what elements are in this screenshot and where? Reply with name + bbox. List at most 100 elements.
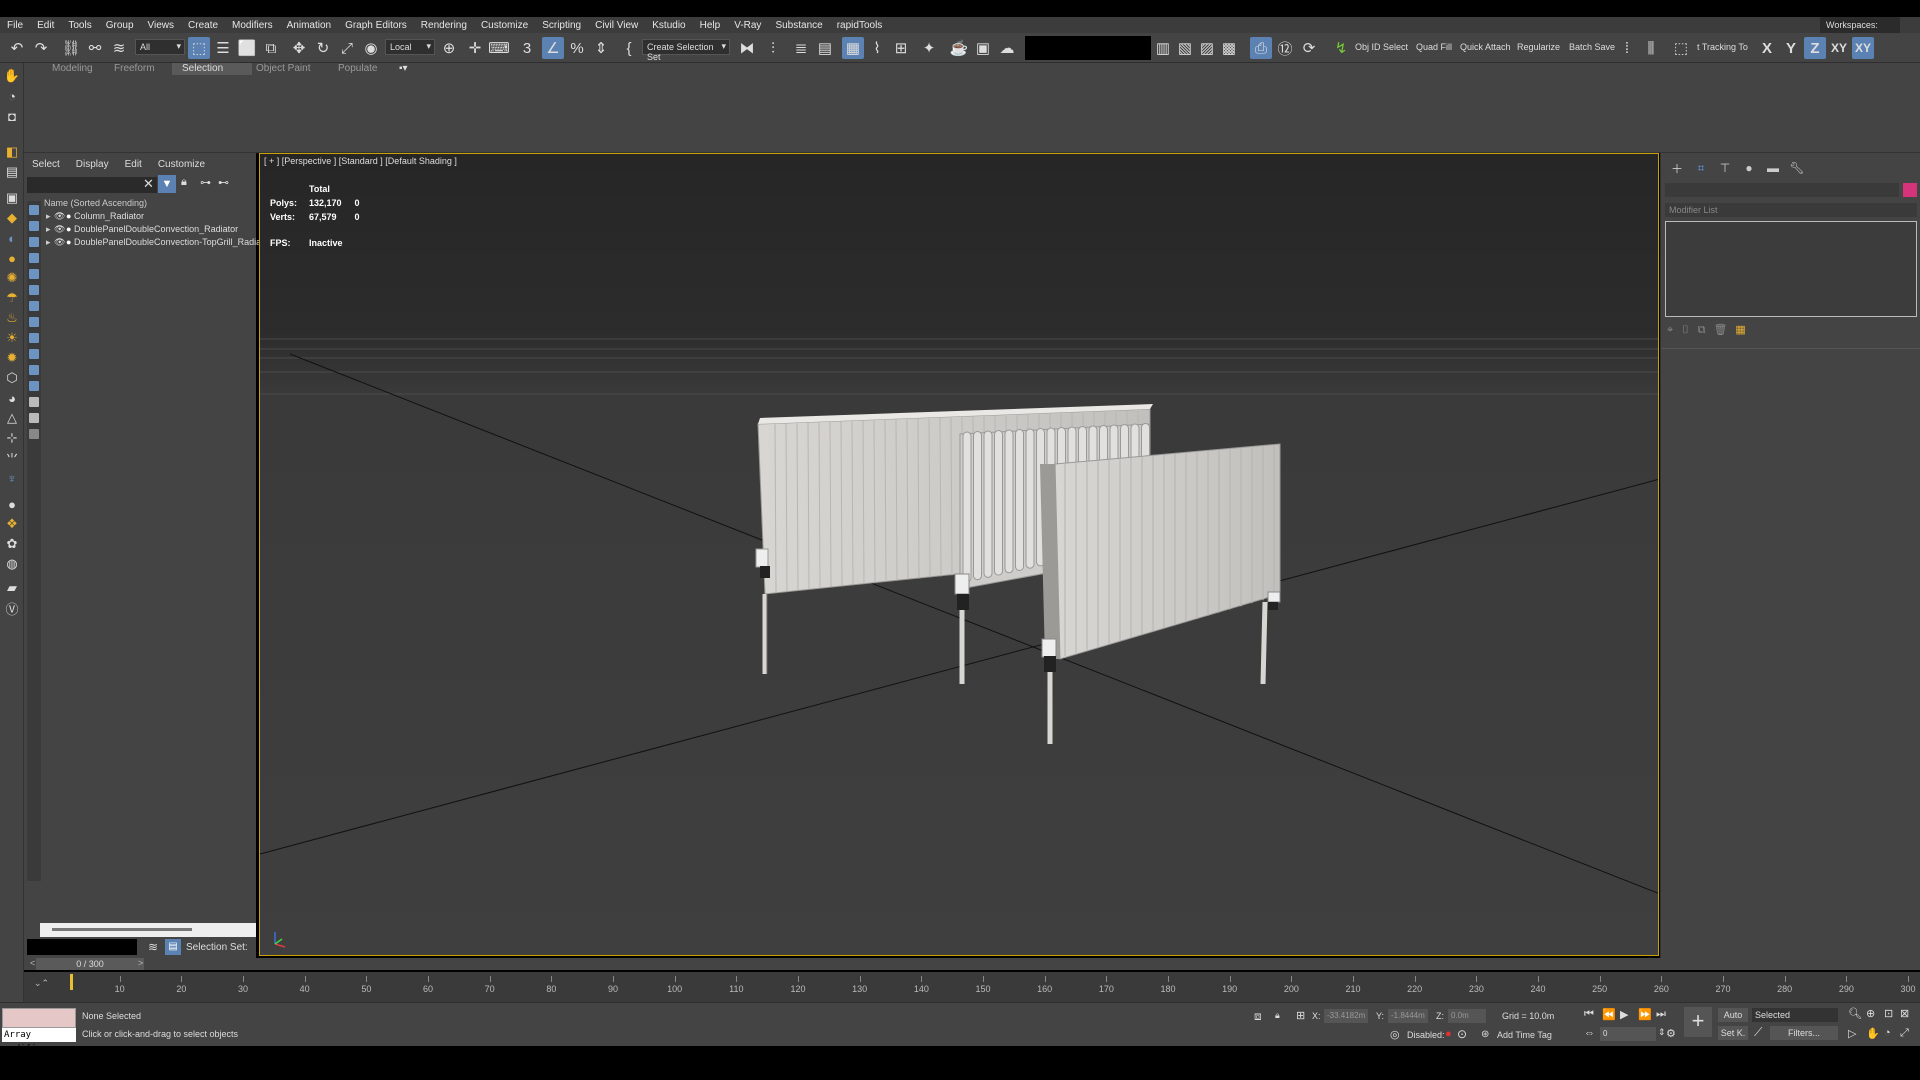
folder-icon[interactable]: ▰ [3,579,21,597]
pyramid-icon[interactable]: △ [3,409,21,427]
zoom-extents-all-icon[interactable]: ⊠ [1900,1007,1909,1020]
menu-file[interactable]: File [0,20,30,31]
prev-frame-icon[interactable]: < [30,958,35,968]
tool-icon-1[interactable]: ◆ [3,209,21,227]
remove-modifier-icon[interactable]: 🗑︎ [1713,324,1735,336]
selection-filter-dropdown[interactable]: All [135,39,185,55]
pin-stack-icon[interactable]: ⌖ [1667,324,1681,336]
layer-icon-1[interactable]: ▥ [1152,37,1174,59]
snaps-toggle-icon[interactable]: 3 [516,37,538,59]
filter-spacewarps-icon[interactable] [29,285,39,295]
filter-cameras-icon[interactable] [29,253,39,263]
box-icon[interactable]: ▣ [3,189,21,207]
add-time-tag-button[interactable]: Add Time Tag [1497,1030,1552,1040]
menu-civil-view[interactable]: Civil View [588,20,645,31]
edit-named-sets-icon[interactable]: { [618,37,640,59]
array-icon[interactable]: ⫼ [1640,37,1662,59]
key-mode-icon[interactable]: ⇔ [1584,1027,1595,1039]
align-icon[interactable]: ⫶ [762,37,784,59]
mirror-icon[interactable]: ⧓ [736,37,758,59]
hierarchy-icon[interactable]: ⊶ [200,176,211,189]
set-key-icon[interactable]: + [1684,1007,1712,1037]
maxscript-listener-output[interactable] [2,1008,76,1028]
layers-stack-icon[interactable]: ≋ [148,940,158,954]
filter-frozen-icon[interactable] [29,365,39,375]
explorer-scroll-thumb[interactable] [52,928,192,931]
eye-icon[interactable]: 👁︎ [54,210,66,222]
menu-customize[interactable]: Customize [474,20,535,31]
tree-row-double-panel[interactable]: ▸ 👁︎● DoublePanelDoubleConvection_Radiator [42,223,256,235]
obj-id-select-button[interactable]: Obj ID Select [1355,42,1408,52]
regularize-button[interactable]: Regularize [1517,42,1560,52]
obj-id-icon[interactable]: ↯ [1330,37,1352,59]
go-to-end-icon[interactable]: ⏭ [1656,1008,1666,1021]
hand-icon[interactable]: ✋ [3,67,21,85]
angle-snap-icon[interactable]: ∠ [542,37,564,59]
palette-icon[interactable]: ❖ [3,515,21,533]
sphere-icon[interactable]: ◕ [3,389,21,407]
rendered-frame-icon[interactable]: ▣ [972,37,994,59]
quad-fill-button[interactable]: Quad Fill [1416,42,1452,52]
adaptive-degradation-icon[interactable]: ◎ [1390,1028,1400,1041]
z-coord-field[interactable]: 0.0m [1448,1009,1486,1023]
select-object-icon[interactable]: ⬚ [188,37,210,59]
camera-icon[interactable]: ◘ [3,107,21,125]
record-dot-icon[interactable]: ● [1445,1028,1452,1040]
link-icon[interactable]: ⛓ [60,37,82,59]
menu-create[interactable]: Create [181,20,225,31]
filter-invert-icon[interactable] [29,429,39,439]
shader-icon[interactable]: ◍ [3,555,21,573]
modifier-stack[interactable] [1665,221,1917,317]
menu-kstudio[interactable]: Kstudio [645,20,692,31]
zoom-all-icon[interactable]: ⊕ [1866,1007,1875,1020]
menu-views[interactable]: Views [141,20,182,31]
time-tag-icon[interactable]: ⊛ [1481,1029,1489,1040]
scene-toggle-icon[interactable]: ▤ [165,939,181,955]
num-12-icon[interactable]: ⑫ [1274,37,1296,59]
key-filter-dropdown[interactable]: Selected [1752,1008,1838,1022]
schematic-view-icon[interactable]: ⊞ [890,37,912,59]
filter-xrefs-icon[interactable] [29,317,39,327]
layer-icon-4[interactable]: ▩ [1218,37,1240,59]
time-slider-handle[interactable]: 0 / 300 [36,958,144,970]
layer-icon-2[interactable]: ▧ [1174,37,1196,59]
material-editor-icon[interactable]: ✦ [918,37,940,59]
go-to-start-icon[interactable]: ⏮ [1584,1008,1594,1021]
unlink-icon[interactable]: ⚯ [84,37,106,59]
trackbar-toggle-icon[interactable]: ⌄⌃ [34,978,49,989]
tab-selection[interactable]: Selection [172,63,252,75]
batch-save-button[interactable]: Batch Save [1569,42,1615,52]
filter-hidden-icon[interactable] [29,381,39,391]
shelf-icon[interactable]: ◧ [3,143,21,161]
tool-icon-6[interactable]: ♨ [3,309,21,327]
expand-arrow-icon[interactable]: ▸ [46,236,54,248]
curve-editor-icon[interactable]: ⌇ [866,37,888,59]
filter-bones-icon[interactable] [29,333,39,343]
motion-tab-icon[interactable]: ● [1737,159,1761,177]
select-by-name-icon[interactable]: ☰ [212,37,234,59]
rotate-icon[interactable]: ↻ [312,37,334,59]
fire-icon[interactable]: ♆ [3,469,21,487]
quick-attach-button[interactable]: Quick Attach [1460,42,1511,52]
tree-row-double-panel-topgrill[interactable]: ▸ 👁︎● DoublePanelDoubleConvection-TopGrill… [42,236,272,248]
eye-icon[interactable]: 👁︎ [54,236,66,248]
filter-none-icon[interactable] [29,413,39,423]
orbit-viewport-icon[interactable]: ◔ [1884,1027,1891,1039]
tracking-button[interactable]: t Tracking To [1697,42,1748,52]
object-name-field[interactable] [1665,183,1899,197]
tool-icon-2[interactable]: ◐ [3,229,21,247]
show-end-result-icon[interactable]: ▯ [1681,324,1697,336]
filter-shapes-icon[interactable] [29,221,39,231]
tab-freeform[interactable]: Freeform [104,63,165,75]
explorer-menu-select[interactable]: Select [24,159,68,173]
filter-helpers-icon[interactable] [29,269,39,279]
sync-icon[interactable]: ⟳ [1298,37,1320,59]
tool-icon-3[interactable]: ● [3,249,21,267]
move-icon[interactable]: ✥ [288,37,310,59]
undo-icon[interactable]: ↶ [6,37,28,59]
time-config-icon[interactable]: ⊙ [1457,1027,1467,1041]
current-frame-field[interactable]: 0 [1600,1027,1656,1041]
prev-key-icon[interactable]: ⏪ [1602,1008,1616,1021]
menu-rendering[interactable]: Rendering [414,20,474,31]
layer-icon-3[interactable]: ▨ [1196,37,1218,59]
